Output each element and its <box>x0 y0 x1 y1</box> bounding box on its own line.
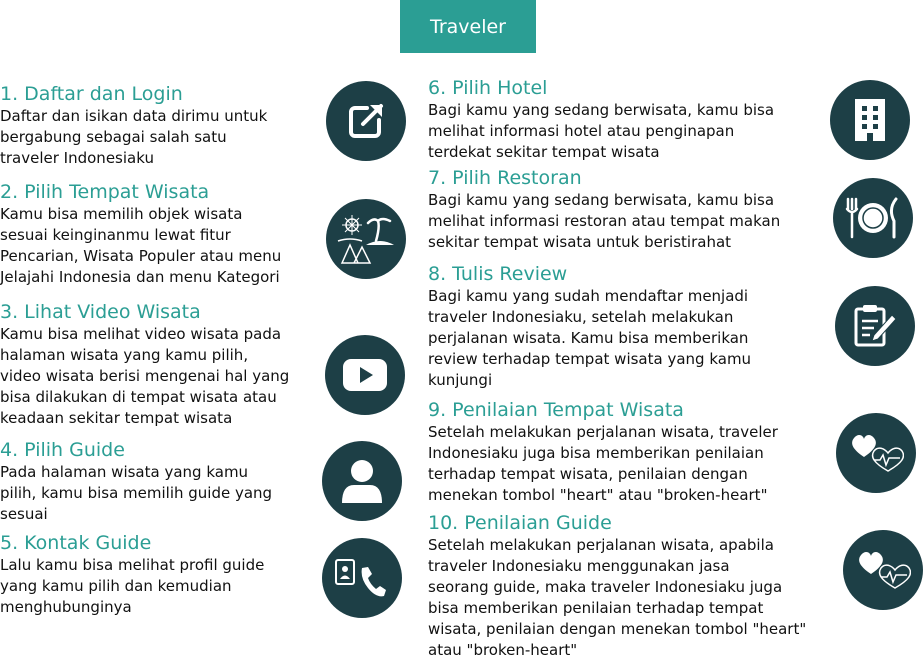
video-play-icon <box>325 335 405 415</box>
step-title: 9. Penilaian Tempat Wisata <box>428 399 684 421</box>
step-tulis-review: 8. Tulis Review Bagi kamu yang sudah men… <box>428 263 751 391</box>
step-title: 7. Pilih Restoran <box>428 167 582 189</box>
clipboard-pen-icon <box>835 286 915 366</box>
step-description: Setelah melakukan perjalanan wisata, apa… <box>428 536 807 659</box>
step-title: 4. Pilih Guide <box>0 439 125 461</box>
external-link-icon <box>326 81 406 161</box>
step-title: 2. Pilih Tempat Wisata <box>0 181 210 203</box>
restaurant-icon <box>833 178 913 258</box>
traveler-banner: Traveler <box>400 0 536 53</box>
step-pilih-guide: 4. Pilih Guide Pada halaman wisata yang … <box>0 439 272 525</box>
step-title: 6. Pilih Hotel <box>428 77 548 99</box>
step-description: Bagi kamu yang sedang berwisata, kamu bi… <box>428 191 781 251</box>
step-penilaian-tempat-wisata: 9. Penilaian Tempat Wisata Setelah melak… <box>428 399 778 506</box>
user-icon <box>322 441 402 521</box>
hotel-building-icon <box>830 80 910 160</box>
step-description: Kamu bisa memilih objek wisata sesuai ke… <box>0 205 282 286</box>
step-title: 10. Penilaian Guide <box>428 512 612 534</box>
heart-rate-icon <box>843 530 923 610</box>
step-title: 1. Daftar dan Login <box>0 83 183 105</box>
step-title: 3. Lihat Video Wisata <box>0 301 201 323</box>
step-description: Pada halaman wisata yang kamu pilih, kam… <box>0 463 273 523</box>
step-description: Lalu kamu bisa melihat profil guide yang… <box>0 556 265 616</box>
step-description: Setelah melakukan perjalanan wisata, tra… <box>428 423 778 504</box>
step-description: Daftar dan isikan data dirimu untuk berg… <box>0 107 268 167</box>
step-pilih-hotel: 6. Pilih Hotel Bagi kamu yang sedang ber… <box>428 77 774 163</box>
step-pilih-restoran: 7. Pilih Restoran Bagi kamu yang sedang … <box>428 167 780 253</box>
step-description: Bagi kamu yang sudah mendaftar menjadi t… <box>428 287 752 389</box>
step-daftar-login: 1. Daftar dan Login Daftar dan isikan da… <box>0 83 267 169</box>
step-description: Bagi kamu yang sedang berwisata, kamu bi… <box>428 101 775 161</box>
step-kontak-guide: 5. Kontak Guide Lalu kamu bisa melihat p… <box>0 532 264 618</box>
step-penilaian-guide: 10. Penilaian Guide Setelah melakukan pe… <box>428 512 806 661</box>
step-description: Kamu bisa melihat video wisata pada hala… <box>0 325 290 427</box>
phone-contact-icon <box>322 538 402 618</box>
step-title: 8. Tulis Review <box>428 263 568 285</box>
step-pilih-tempat-wisata: 2. Pilih Tempat Wisata Kamu bisa memilih… <box>0 181 281 288</box>
banner-title: Traveler <box>430 15 506 38</box>
heart-rate-icon <box>836 413 916 493</box>
step-title: 5. Kontak Guide <box>0 532 152 554</box>
step-lihat-video-wisata: 3. Lihat Video Wisata Kamu bisa melihat … <box>0 301 289 429</box>
landscape-icon <box>326 199 406 279</box>
